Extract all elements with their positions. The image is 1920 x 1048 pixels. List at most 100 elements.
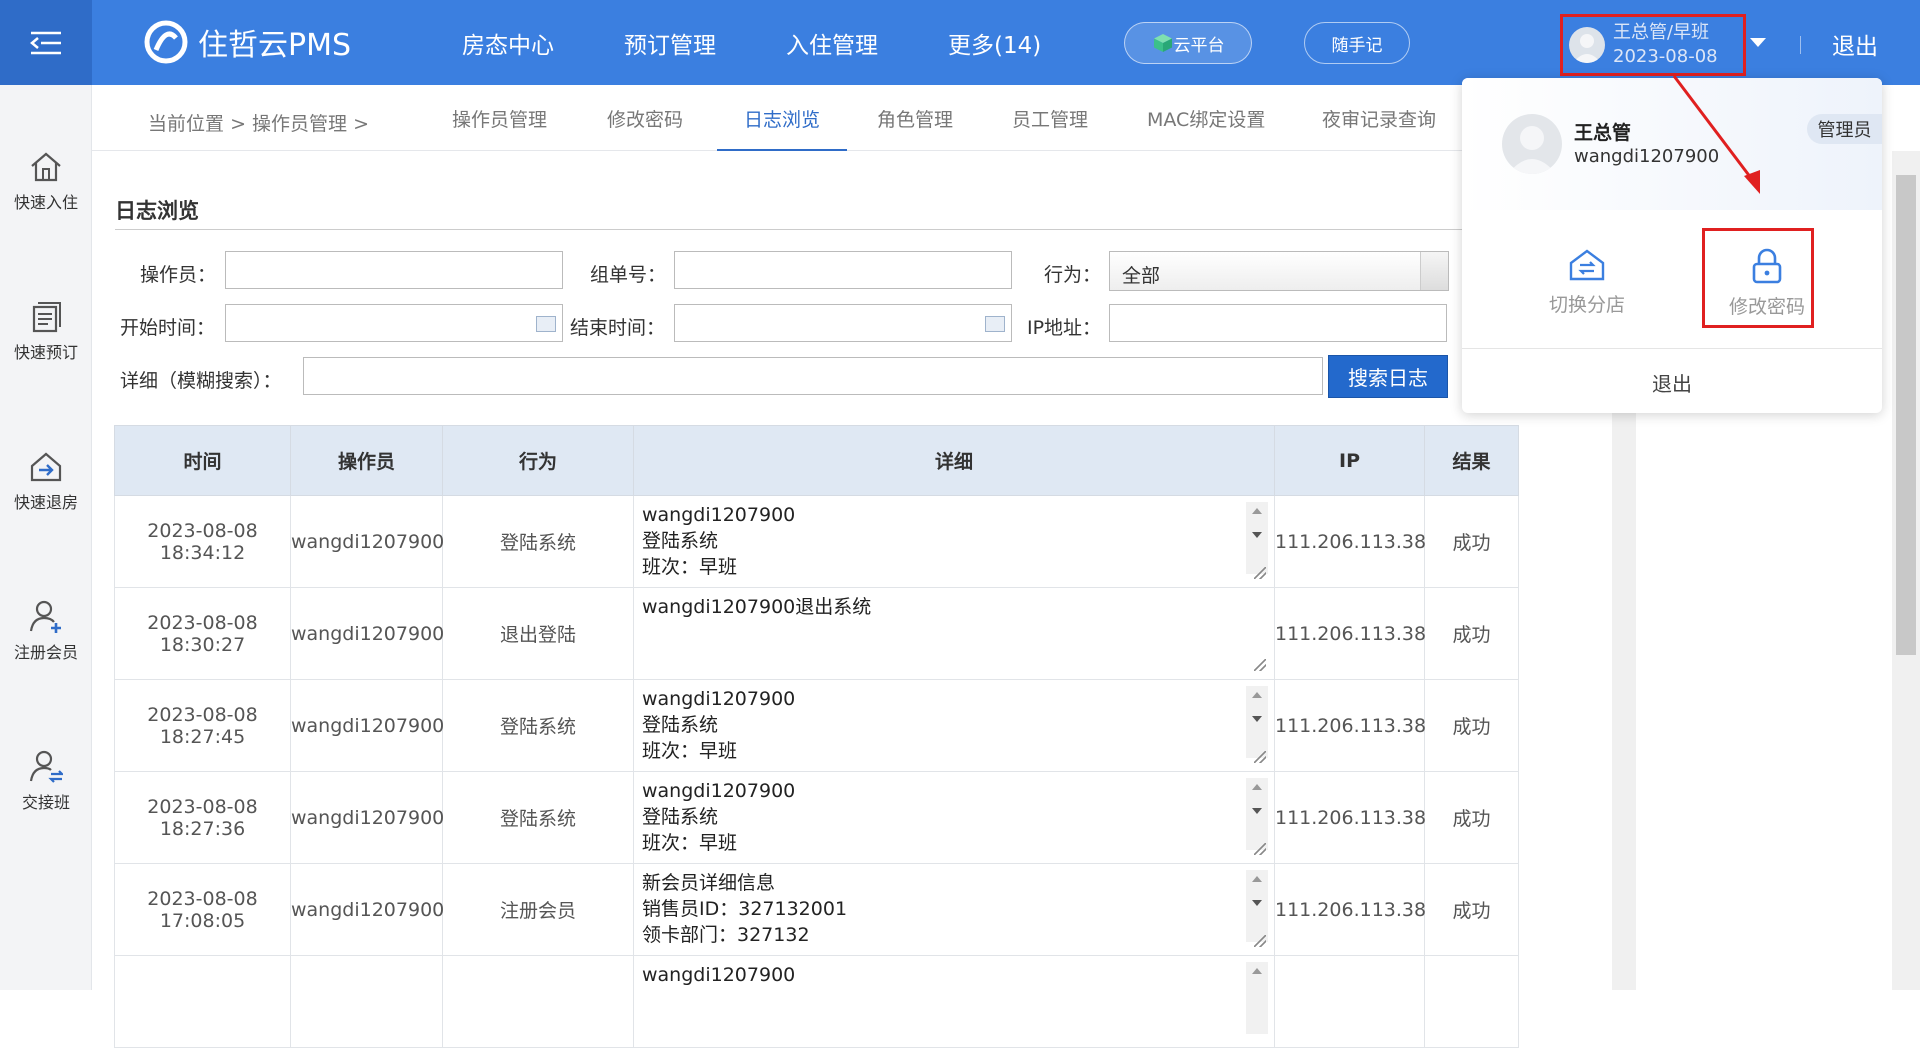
menu-toggle-button[interactable] [0, 0, 92, 85]
logout-link[interactable]: 退出 [1832, 27, 1878, 61]
cell-detail[interactable]: wangdi1207900 登陆系统 班次：早班 [633, 771, 1275, 864]
resize-handle-icon[interactable] [1254, 751, 1266, 763]
operator-input[interactable] [225, 251, 563, 289]
cell-detail[interactable]: wangdi1207900 [633, 955, 1275, 1048]
resize-handle-icon[interactable] [1254, 935, 1266, 947]
cell-operator [290, 955, 443, 1048]
ip-input[interactable] [1109, 304, 1447, 342]
cell-detail[interactable]: wangdi1207900 登陆系统 班次：早班 [633, 495, 1275, 588]
cloud-platform-button[interactable]: 云平台 [1124, 22, 1252, 64]
table-row: 2023-08-08 18:34:12 wangdi1207900 登陆系统 wa… [114, 495, 1519, 588]
resize-handle-icon[interactable] [1254, 843, 1266, 855]
tab-log-browse[interactable]: 日志浏览 [717, 105, 847, 151]
operator-label: 操作员： [140, 264, 217, 286]
scroll-up-icon[interactable] [1252, 692, 1262, 698]
scroll-down-icon[interactable] [1252, 900, 1262, 906]
calendar-icon[interactable] [536, 316, 556, 332]
cell-operator: wangdi1207900 [290, 863, 444, 956]
user-label: 王总管/早班 [1613, 22, 1710, 43]
scrollbar[interactable] [1246, 502, 1268, 574]
cell-action: 退出登陆 [442, 587, 634, 680]
start-time-label: 开始时间： [120, 317, 216, 339]
dropdown-logout-button[interactable]: 退出 [1462, 368, 1882, 397]
highlight-box [1702, 228, 1814, 328]
tab-bar: 当前位置 > 操作员管理 > 操作员管理 修改密码 日志浏览 角色管理 员工管理… [92, 85, 1462, 151]
user-menu-trigger[interactable]: 王总管/早班 2023-08-08 [1560, 14, 1746, 76]
ip-label: IP地址： [1027, 317, 1102, 339]
order-number-input[interactable] [674, 251, 1012, 289]
scroll-up-icon[interactable] [1252, 784, 1262, 790]
cell-result: 成功 [1424, 863, 1519, 956]
action-select[interactable]: 全部 [1109, 251, 1449, 291]
end-time-input[interactable] [674, 304, 1012, 342]
scroll-down-icon[interactable] [1252, 808, 1262, 814]
scroll-down-icon[interactable] [1252, 532, 1262, 538]
scrollbar[interactable] [1246, 778, 1268, 850]
table-row: 2023-08-08 18:30:27 wangdi1207900 退出登陆 wa… [114, 587, 1519, 680]
avatar [1502, 114, 1562, 174]
app-name: 住哲云PMS [198, 28, 352, 63]
scrollbar[interactable] [1246, 962, 1268, 1034]
nav-room-status[interactable]: 房态中心 [462, 26, 554, 60]
tab-staff-management[interactable]: 员工管理 [1012, 105, 1088, 151]
app-logo[interactable]: 住哲云PMS [144, 20, 351, 64]
nav-checkin[interactable]: 入住管理 [786, 26, 878, 60]
tab-operator-management[interactable]: 操作员管理 [452, 105, 547, 151]
cell-operator: wangdi1207900 [290, 587, 444, 680]
cell-operator: wangdi1207900 [290, 495, 444, 588]
tab-role-management[interactable]: 角色管理 [877, 105, 953, 151]
sidebar-item-quick-checkout[interactable]: 快速退房 [0, 451, 92, 513]
shift-handover-icon [29, 750, 63, 783]
tab-night-audit[interactable]: 夜审记录查询 [1322, 105, 1436, 151]
scrollbar-thumb[interactable] [1896, 175, 1916, 655]
divider [1800, 36, 1801, 54]
col-operator: 操作员 [290, 425, 443, 496]
scrollbar[interactable] [1246, 870, 1268, 942]
cell-detail[interactable]: wangdi1207900 登陆系统 班次：早班 [633, 679, 1275, 772]
sidebar-item-quick-checkin[interactable]: 快速入住 [0, 151, 92, 213]
detail-search-input[interactable] [303, 357, 1323, 395]
cell-action: 注册会员 [442, 863, 634, 956]
table-row: 2023-08-08 18:27:45 wangdi1207900 登陆系统 wa… [114, 679, 1519, 772]
role-badge: 管理员 [1807, 114, 1882, 144]
top-bar: 住哲云PMS 房态中心 预订管理 入住管理 更多(14) 云平台 随手记 王总管… [0, 0, 1920, 85]
cell-operator: wangdi1207900 [290, 679, 444, 772]
avatar [1569, 27, 1605, 63]
sidebar: 快速入住 快速预订 快速退房 注册会员 交接班 [0, 85, 92, 990]
nav-more[interactable]: 更多(14) [948, 26, 1041, 60]
search-log-button[interactable]: 搜索日志 [1328, 355, 1448, 398]
sidebar-item-shift-handover[interactable]: 交接班 [0, 749, 92, 813]
cell-detail[interactable]: wangdi1207900退出系统 [633, 587, 1275, 680]
sidebar-item-register-member[interactable]: 注册会员 [0, 599, 92, 663]
calendar-icon[interactable] [985, 316, 1005, 332]
cell-detail[interactable]: 新会员详细信息 销售员ID：327132001 领卡部门：327132 [633, 863, 1275, 956]
scroll-up-icon[interactable] [1252, 876, 1262, 882]
cell-ip: 111.206.113.38 [1274, 495, 1426, 588]
sidebar-item-quick-booking[interactable]: 快速预订 [0, 301, 92, 363]
cell-operator: wangdi1207900 [290, 771, 444, 864]
scroll-down-icon[interactable] [1252, 716, 1262, 722]
divider [1462, 348, 1882, 349]
breadcrumb: 当前位置 > 操作员管理 > [148, 113, 370, 135]
start-time-input[interactable] [225, 304, 563, 342]
notes-button[interactable]: 随手记 [1304, 22, 1410, 64]
scroll-up-icon[interactable] [1252, 968, 1262, 974]
cell-time: 2023-08-08 18:34:12 [114, 495, 291, 588]
order-label: 组单号： [590, 264, 667, 286]
cell-ip: 111.206.113.38 [1274, 587, 1426, 680]
page-title: 日志浏览 [115, 199, 199, 223]
nav-reservation[interactable]: 预订管理 [624, 26, 716, 60]
divider [115, 229, 1480, 230]
switch-store-button[interactable]: 切换分店 [1527, 248, 1647, 317]
resize-handle-icon[interactable] [1254, 659, 1266, 671]
scroll-up-icon[interactable] [1252, 508, 1262, 514]
resize-handle-icon[interactable] [1254, 567, 1266, 579]
col-ip: IP [1274, 425, 1425, 496]
cube-icon [1153, 34, 1172, 52]
col-time: 时间 [114, 425, 291, 496]
tab-change-password[interactable]: 修改密码 [607, 105, 683, 151]
tab-mac-binding[interactable]: MAC绑定设置 [1147, 105, 1265, 151]
detail-label: 详细（模糊搜索）： [120, 370, 282, 392]
scrollbar[interactable] [1246, 686, 1268, 758]
chevron-down-icon[interactable] [1750, 38, 1766, 47]
